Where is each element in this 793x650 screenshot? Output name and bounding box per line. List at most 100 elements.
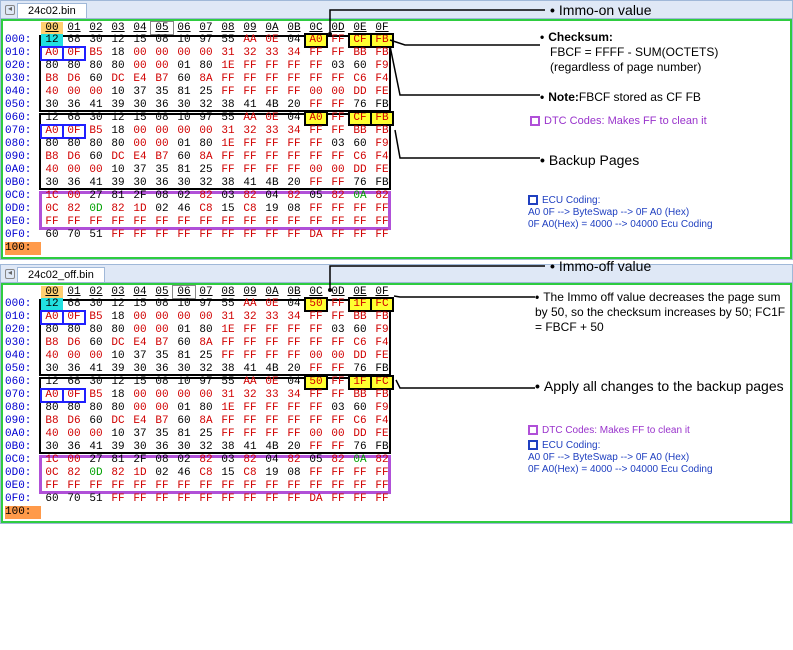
- hex-cell[interactable]: FF: [261, 402, 283, 415]
- hex-cell[interactable]: 1E: [217, 138, 239, 151]
- hex-cell[interactable]: 35: [151, 164, 173, 177]
- hex-cell[interactable]: 03: [327, 60, 349, 73]
- hex-cell[interactable]: A0: [41, 389, 63, 402]
- hex-grid-2[interactable]: 000102030405060708090A0B0C0D0E0F 000:126…: [1, 283, 792, 523]
- hex-cell[interactable]: FB: [371, 311, 393, 324]
- hex-cell[interactable]: FF: [239, 350, 261, 363]
- hex-cell[interactable]: B5: [85, 125, 107, 138]
- hex-cell[interactable]: 04: [283, 298, 305, 311]
- hex-cell[interactable]: FF: [217, 350, 239, 363]
- hex-cell[interactable]: FF: [195, 480, 217, 493]
- hex-cell[interactable]: 33: [261, 311, 283, 324]
- hex-cell[interactable]: 18: [107, 47, 129, 60]
- hex-cell[interactable]: FF: [85, 480, 107, 493]
- hex-cell[interactable]: 8A: [195, 415, 217, 428]
- hex-cell[interactable]: A0: [41, 47, 63, 60]
- hex-cell[interactable]: FE: [371, 350, 393, 363]
- hex-cell[interactable]: 0D: [85, 203, 107, 216]
- hex-cell[interactable]: FF: [283, 337, 305, 350]
- hex-cell[interactable]: 04: [283, 34, 305, 47]
- hex-cell[interactable]: 08: [283, 203, 305, 216]
- hex-cell[interactable]: 1F: [349, 298, 371, 311]
- hex-cell[interactable]: 12: [107, 34, 129, 47]
- hex-cell[interactable]: FF: [305, 311, 327, 324]
- hex-cell[interactable]: 00: [151, 138, 173, 151]
- hex-cell[interactable]: 33: [261, 47, 283, 60]
- hex-cell[interactable]: 00: [129, 60, 151, 73]
- hex-cell[interactable]: FF: [63, 480, 85, 493]
- file-tab-1[interactable]: 24c02.bin: [17, 3, 87, 18]
- hex-cell[interactable]: 00: [63, 86, 85, 99]
- hex-cell[interactable]: 60: [85, 151, 107, 164]
- hex-cell[interactable]: FC: [371, 298, 393, 311]
- hex-cell[interactable]: 55: [217, 298, 239, 311]
- hex-cell[interactable]: 31: [217, 47, 239, 60]
- hex-cell[interactable]: F4: [371, 151, 393, 164]
- hex-cell[interactable]: 81: [107, 190, 129, 203]
- hex-cell[interactable]: 00: [327, 86, 349, 99]
- hex-cell[interactable]: 0F: [63, 311, 85, 324]
- hex-cell[interactable]: 68: [63, 298, 85, 311]
- hex-cell[interactable]: FF: [261, 324, 283, 337]
- hex-cell[interactable]: 00: [173, 389, 195, 402]
- hex-cell[interactable]: 46: [173, 467, 195, 480]
- hex-cell[interactable]: FF: [349, 467, 371, 480]
- hex-cell[interactable]: FF: [261, 350, 283, 363]
- hex-cell[interactable]: FF: [283, 216, 305, 229]
- hex-cell[interactable]: 41: [239, 99, 261, 112]
- hex-cell[interactable]: 60: [41, 493, 63, 506]
- hex-cell[interactable]: FF: [129, 229, 151, 242]
- hex-cell[interactable]: FF: [261, 60, 283, 73]
- hex-cell[interactable]: 18: [107, 311, 129, 324]
- hex-cell[interactable]: E4: [129, 151, 151, 164]
- hex-cell[interactable]: FF: [327, 389, 349, 402]
- hex-cell[interactable]: FF: [261, 216, 283, 229]
- hex-cell[interactable]: 04: [261, 190, 283, 203]
- hex-cell[interactable]: 10: [107, 350, 129, 363]
- hex-cell[interactable]: FF: [327, 363, 349, 376]
- hex-cell[interactable]: 60: [173, 337, 195, 350]
- hex-cell[interactable]: FF: [327, 203, 349, 216]
- hex-cell[interactable]: 00: [173, 125, 195, 138]
- hex-cell[interactable]: FF: [239, 229, 261, 242]
- hex-cell[interactable]: 01: [173, 60, 195, 73]
- hex-cell[interactable]: 80: [107, 402, 129, 415]
- hex-cell[interactable]: 60: [349, 324, 371, 337]
- hex-cell[interactable]: 0A: [349, 190, 371, 203]
- hex-cell[interactable]: 03: [217, 190, 239, 203]
- hex-cell[interactable]: FF: [261, 337, 283, 350]
- hex-cell[interactable]: FF: [327, 480, 349, 493]
- hex-cell[interactable]: 80: [63, 138, 85, 151]
- hex-cell[interactable]: 1D: [129, 203, 151, 216]
- hex-cell[interactable]: 76: [349, 363, 371, 376]
- hex-cell[interactable]: B5: [85, 47, 107, 60]
- hex-cell[interactable]: 00: [129, 311, 151, 324]
- hex-cell[interactable]: 00: [129, 47, 151, 60]
- hex-cell[interactable]: 30: [85, 298, 107, 311]
- hex-cell[interactable]: 8A: [195, 151, 217, 164]
- hex-cell[interactable]: 80: [85, 138, 107, 151]
- hex-cell[interactable]: 30: [129, 441, 151, 454]
- hex-cell[interactable]: 34: [283, 389, 305, 402]
- hex-cell[interactable]: 32: [239, 125, 261, 138]
- hex-cell[interactable]: C6: [349, 337, 371, 350]
- hex-cell[interactable]: FF: [305, 216, 327, 229]
- hex-cell[interactable]: DA: [305, 229, 327, 242]
- hex-cell[interactable]: 00: [305, 350, 327, 363]
- hex-cell[interactable]: 19: [261, 467, 283, 480]
- hex-cell[interactable]: FF: [327, 112, 349, 125]
- hex-cell[interactable]: 2F: [129, 454, 151, 467]
- hex-cell[interactable]: 35: [151, 428, 173, 441]
- hex-cell[interactable]: F9: [371, 138, 393, 151]
- hex-cell[interactable]: FF: [261, 164, 283, 177]
- hex-cell[interactable]: FF: [239, 428, 261, 441]
- hex-cell[interactable]: 27: [85, 190, 107, 203]
- hex-cell[interactable]: FF: [217, 428, 239, 441]
- hex-cell[interactable]: 41: [85, 99, 107, 112]
- hex-cell[interactable]: FB: [371, 47, 393, 60]
- hex-cell[interactable]: 55: [217, 376, 239, 389]
- hex-cell[interactable]: 30: [85, 34, 107, 47]
- hex-cell[interactable]: 0F: [63, 47, 85, 60]
- hex-cell[interactable]: 4B: [261, 363, 283, 376]
- hex-cell[interactable]: FF: [239, 402, 261, 415]
